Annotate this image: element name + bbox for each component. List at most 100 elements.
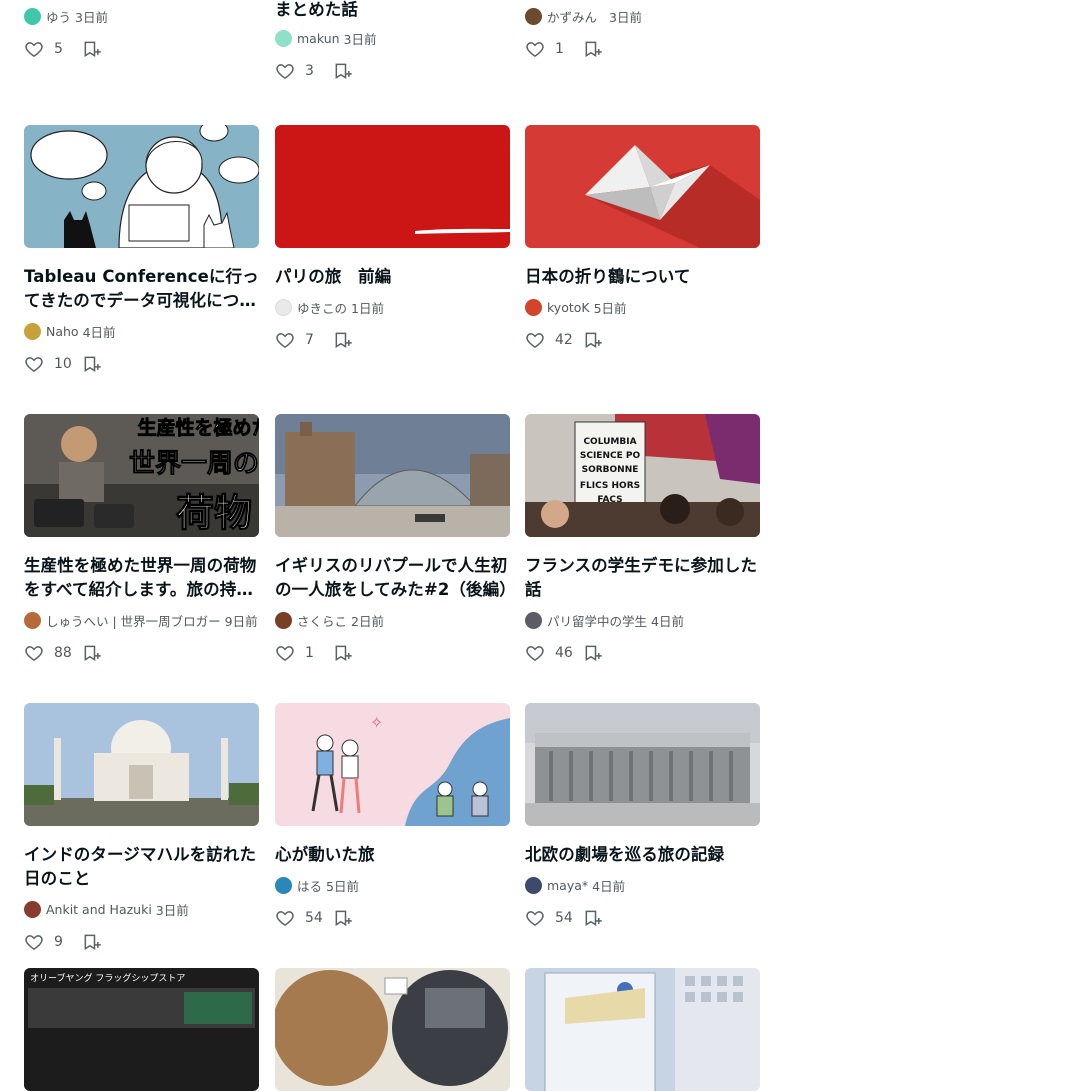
- author-name[interactable]: ゆきこの: [297, 298, 347, 317]
- article-card[interactable]: かずみん 3日前 1: [525, 5, 760, 61]
- author-name[interactable]: Ankit and Hazuki: [46, 902, 152, 917]
- article-title[interactable]: インドのタージマハルを訪れた日のこと: [24, 843, 259, 891]
- article-title[interactable]: まとめた話: [275, 0, 510, 21]
- illustration-people-thumbnail: ✧: [275, 703, 510, 826]
- article-card[interactable]: ✧ 心が動いた旅 はる 5日前 54: [275, 703, 510, 930]
- author-name[interactable]: はる: [297, 876, 322, 895]
- article-title[interactable]: 日本の折り鶴について: [525, 265, 760, 289]
- article-thumbnail[interactable]: [525, 125, 760, 248]
- author-avatar[interactable]: [24, 322, 41, 340]
- article-thumbnail[interactable]: [275, 125, 510, 248]
- like-button[interactable]: 54: [525, 908, 579, 928]
- article-card[interactable]: [275, 968, 510, 1091]
- save-to-magazine-button[interactable]: [333, 908, 353, 928]
- author-name[interactable]: kyotoK: [547, 300, 590, 315]
- author-avatar[interactable]: [525, 7, 542, 25]
- taj-mahal-thumbnail: [24, 703, 259, 826]
- like-button[interactable]: 46: [525, 643, 579, 663]
- author-name[interactable]: さくらこ: [297, 611, 347, 630]
- article-card[interactable]: まとめた話 makun 3日前 3: [275, 0, 510, 83]
- author-avatar[interactable]: [525, 298, 542, 316]
- article-card[interactable]: パリの旅 前編 ゆきこの 1日前 7: [275, 125, 510, 352]
- like-button[interactable]: 1: [275, 643, 329, 663]
- like-button[interactable]: 42: [525, 330, 579, 350]
- article-thumbnail[interactable]: [525, 703, 760, 826]
- article-title[interactable]: イギリスのリバプールで人生初の一人旅をしてみた#2（後編）: [275, 554, 510, 602]
- author-name[interactable]: Naho: [46, 324, 79, 339]
- article-thumbnail[interactable]: [525, 968, 760, 1091]
- save-to-magazine-button[interactable]: [583, 330, 603, 350]
- heart-icon: [276, 64, 294, 79]
- card-actions: 1: [275, 641, 510, 665]
- article-card[interactable]: イギリスのリバプールで人生初の一人旅をしてみた#2（後編） さくらこ 2日前 1: [275, 414, 510, 665]
- like-count: 1: [555, 41, 564, 57]
- save-to-magazine-button[interactable]: [333, 643, 353, 663]
- article-title[interactable]: 心が動いた旅: [275, 843, 510, 867]
- like-button[interactable]: 54: [275, 908, 329, 928]
- author-avatar[interactable]: [24, 7, 41, 25]
- author-avatar[interactable]: [275, 29, 292, 47]
- article-card[interactable]: 北欧の劇場を巡る旅の記録 maya* 4日前 54: [525, 703, 760, 930]
- article-thumbnail[interactable]: COLUMBIA SCIENCE PO SORBONNE FLICS HORS …: [525, 414, 760, 537]
- save-to-magazine-button[interactable]: [583, 39, 603, 59]
- article-title[interactable]: 北欧の劇場を巡る旅の記録: [525, 843, 760, 867]
- article-card[interactable]: COLUMBIA SCIENCE PO SORBONNE FLICS HORS …: [525, 414, 760, 665]
- save-to-magazine-button[interactable]: [82, 643, 102, 663]
- author-name[interactable]: maya*: [547, 878, 588, 893]
- article-card[interactable]: オリーブヤング フラッグシップストア: [24, 968, 259, 1091]
- save-to-magazine-button[interactable]: [82, 932, 102, 952]
- article-thumbnail[interactable]: [275, 414, 510, 537]
- save-to-magazine-button[interactable]: [583, 643, 603, 663]
- sauna-photo-thumbnail: [275, 968, 510, 1091]
- author-name[interactable]: かずみん: [547, 7, 597, 26]
- author-name[interactable]: ゆう: [46, 7, 71, 26]
- article-title[interactable]: パリの旅 前編: [275, 265, 510, 289]
- like-button[interactable]: 88: [24, 643, 78, 663]
- author-avatar[interactable]: [525, 611, 542, 629]
- article-thumbnail[interactable]: [275, 968, 510, 1091]
- card-actions: 10: [24, 352, 259, 376]
- article-thumbnail[interactable]: 生産性を極めた 世界一周の 荷物: [24, 414, 259, 537]
- article-card[interactable]: 生産性を極めた 世界一周の 荷物 生産性を極めた世界一周の荷物をすべて紹介します…: [24, 414, 259, 665]
- author-avatar[interactable]: [275, 298, 292, 316]
- author-avatar[interactable]: [275, 876, 292, 894]
- author-avatar[interactable]: [24, 611, 41, 629]
- add-to-list-icon: [335, 645, 352, 662]
- article-title[interactable]: Tableau Conferenceに行ってきたのでデータ可視化について色々まと…: [24, 265, 259, 313]
- article-title[interactable]: フランスの学生デモに参加した話: [525, 554, 760, 602]
- article-card[interactable]: インドのタージマハルを訪れた日のこと Ankit and Hazuki 3日前 …: [24, 703, 259, 954]
- article-card[interactable]: ゆう 3日前 5: [24, 5, 259, 61]
- article-title[interactable]: 生産性を極めた世界一周の荷物をすべて紹介します。旅の持ち物リスト完全版: [24, 554, 259, 602]
- author-name[interactable]: しゅうへい | 世界一周ブロガー: [46, 611, 221, 630]
- signboard-photo-thumbnail: [525, 968, 760, 1091]
- heart-icon: [276, 333, 294, 348]
- like-button[interactable]: 1: [525, 39, 579, 59]
- author-name[interactable]: makun: [297, 31, 340, 46]
- author-avatar[interactable]: [525, 876, 542, 894]
- like-button[interactable]: 9: [24, 932, 78, 952]
- article-thumbnail[interactable]: [24, 125, 259, 248]
- save-to-magazine-button[interactable]: [82, 39, 102, 59]
- like-button[interactable]: 7: [275, 330, 329, 350]
- article-meta: Naho 4日前: [24, 320, 259, 342]
- article-thumbnail[interactable]: ✧: [275, 703, 510, 826]
- svg-text:SCIENCE PO: SCIENCE PO: [580, 451, 641, 461]
- article-card[interactable]: Tableau Conferenceに行ってきたのでデータ可視化について色々まと…: [24, 125, 259, 376]
- save-to-magazine-button[interactable]: [583, 908, 603, 928]
- author-name[interactable]: パリ留学中の学生: [547, 611, 647, 630]
- article-card[interactable]: 日本の折り鶴について kyotoK 5日前 42: [525, 125, 760, 352]
- heart-icon: [25, 357, 43, 372]
- save-to-magazine-button[interactable]: [333, 330, 353, 350]
- article-thumbnail[interactable]: オリーブヤング フラッグシップストア: [24, 968, 259, 1091]
- like-button[interactable]: 3: [275, 61, 329, 81]
- save-to-magazine-button[interactable]: [333, 61, 353, 81]
- save-to-magazine-button[interactable]: [82, 354, 102, 374]
- author-avatar[interactable]: [24, 900, 41, 918]
- author-avatar[interactable]: [275, 611, 292, 629]
- like-button[interactable]: 10: [24, 354, 78, 374]
- like-button[interactable]: 5: [24, 39, 78, 59]
- station-photo-thumbnail: [275, 414, 510, 537]
- article-card[interactable]: [525, 968, 760, 1091]
- add-to-list-icon: [335, 910, 352, 927]
- article-thumbnail[interactable]: [24, 703, 259, 826]
